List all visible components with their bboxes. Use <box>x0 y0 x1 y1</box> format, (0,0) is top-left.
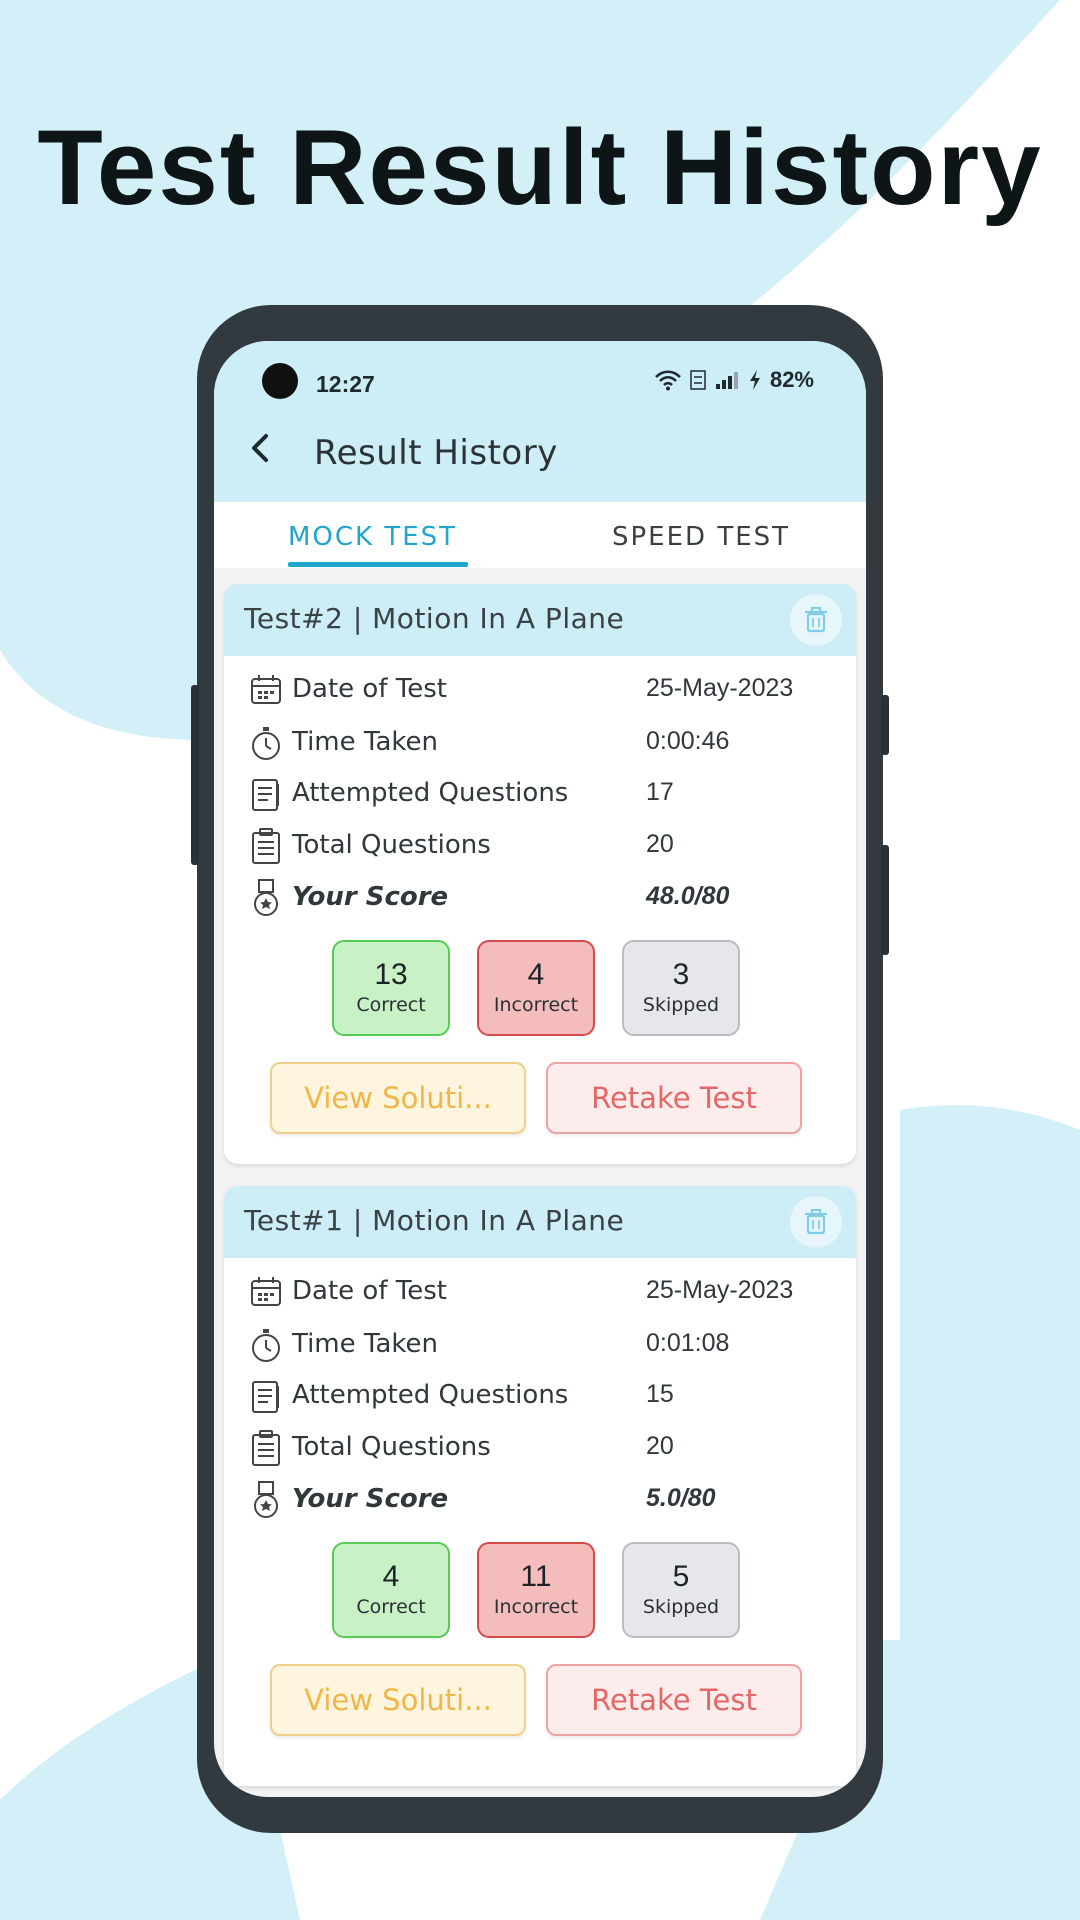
stat-value: 4 <box>527 958 545 991</box>
notepad-icon <box>252 779 279 811</box>
row-label: Date of Test <box>292 674 447 704</box>
info-row-score: Your Score 48.0/80 <box>248 876 828 920</box>
stat-incorrect: 4 Incorrect <box>477 940 595 1036</box>
phone-side-button-left <box>191 685 199 865</box>
app-bar: 12:27 82% Result History <box>214 341 866 502</box>
row-value: 15 <box>646 1380 674 1408</box>
stat-label: Skipped <box>642 1596 720 1618</box>
row-value: 17 <box>646 778 674 806</box>
stat-label: Correct <box>356 994 426 1016</box>
wifi-icon <box>655 370 681 391</box>
delete-button[interactable] <box>790 1196 842 1248</box>
medal-icon <box>254 879 278 916</box>
info-row-score: Your Score 5.0/80 <box>248 1478 828 1522</box>
card-header: Test#2 | Motion In A Plane <box>224 584 856 656</box>
signal-icon <box>715 372 738 389</box>
active-tab-indicator <box>288 562 468 567</box>
info-row-attempted: Attempted Questions 17 <box>248 772 828 816</box>
view-solution-button[interactable]: View Soluti... <box>270 1062 526 1134</box>
row-value: 0:00:46 <box>646 727 730 755</box>
row-label: Time Taken <box>292 727 439 757</box>
info-row-date: Date of Test 25-May-2023 <box>248 668 828 712</box>
phone-side-button-right-top <box>881 695 889 755</box>
battery-percent: 82% <box>769 367 814 392</box>
medal-icon <box>254 1481 278 1518</box>
result-card: Test#2 | Motion In A Plane Date of Test … <box>224 584 856 1164</box>
trash-icon <box>805 607 827 633</box>
phone-frame: 12:27 82% Result History MOCK TEST SPEED… <box>191 305 889 1833</box>
tab-speed-test[interactable]: SPEED TEST <box>612 522 790 552</box>
row-value: 25-May-2023 <box>646 674 794 702</box>
notepad-icon <box>252 1381 279 1413</box>
stat-label: Skipped <box>642 994 720 1016</box>
chevron-left-icon[interactable] <box>242 426 282 470</box>
info-row-total: Total Questions 20 <box>248 1426 828 1470</box>
row-label: Total Questions <box>292 1432 491 1462</box>
row-value: 25-May-2023 <box>646 1276 794 1304</box>
info-row-total: Total Questions 20 <box>248 824 828 868</box>
phone-screen: 12:27 82% Result History MOCK TEST SPEED… <box>214 341 866 1797</box>
trash-icon <box>805 1209 827 1235</box>
retake-test-button[interactable]: Retake Test <box>546 1062 802 1134</box>
calendar-icon <box>251 675 281 704</box>
status-icons: 82% <box>654 367 814 393</box>
row-value: 0:01:08 <box>646 1329 730 1357</box>
row-value: 20 <box>646 830 674 858</box>
row-label: Time Taken <box>292 1329 439 1359</box>
tab-mock-test[interactable]: MOCK TEST <box>288 522 457 552</box>
row-label: Attempted Questions <box>292 1380 569 1410</box>
stat-incorrect: 11 Incorrect <box>477 1542 595 1638</box>
result-card: Test#1 | Motion In A Plane Date of Test … <box>224 1186 856 1786</box>
info-row-date: Date of Test 25-May-2023 <box>248 1270 828 1314</box>
row-value: 20 <box>646 1432 674 1460</box>
stat-label: Correct <box>356 1596 426 1618</box>
row-value: 5.0/80 <box>646 1484 716 1512</box>
stat-skipped: 3 Skipped <box>622 940 740 1036</box>
row-label: Your Score <box>292 882 449 912</box>
volte-icon <box>690 370 706 390</box>
stat-value: 5 <box>672 1560 690 1593</box>
info-row-time: Time Taken 0:01:08 <box>248 1323 828 1367</box>
stat-label: Incorrect <box>493 994 579 1016</box>
row-value: 48.0/80 <box>646 882 730 910</box>
stopwatch-icon <box>252 1329 280 1362</box>
card-title: Test#2 | Motion In A Plane <box>244 602 625 635</box>
delete-button[interactable] <box>790 594 842 646</box>
card-title: Test#1 | Motion In A Plane <box>244 1204 625 1237</box>
stat-value: 13 <box>374 958 408 991</box>
page-headline: Test Result History <box>37 107 1043 227</box>
info-row-time: Time Taken 0:00:46 <box>248 721 828 765</box>
row-label: Total Questions <box>292 830 491 860</box>
stat-value: 3 <box>672 958 690 991</box>
card-header: Test#1 | Motion In A Plane <box>224 1186 856 1258</box>
stat-correct: 4 Correct <box>332 1542 450 1638</box>
clipboard-icon <box>252 1430 280 1466</box>
row-label: Date of Test <box>292 1276 447 1306</box>
stat-correct: 13 Correct <box>332 940 450 1036</box>
charging-icon <box>749 370 760 390</box>
front-camera <box>262 363 298 399</box>
tab-bar: MOCK TEST SPEED TEST <box>214 502 866 568</box>
stat-skipped: 5 Skipped <box>622 1542 740 1638</box>
info-row-attempted: Attempted Questions 15 <box>248 1374 828 1418</box>
app-bar-title: Result History <box>314 433 558 473</box>
row-label: Attempted Questions <box>292 778 569 808</box>
stat-value: 11 <box>520 1560 552 1593</box>
phone-side-button-right-bottom <box>881 845 889 955</box>
retake-test-button[interactable]: Retake Test <box>546 1664 802 1736</box>
stopwatch-icon <box>252 727 280 760</box>
view-solution-button[interactable]: View Soluti... <box>270 1664 526 1736</box>
calendar-icon <box>251 1277 281 1306</box>
stat-label: Incorrect <box>493 1596 579 1618</box>
row-label: Your Score <box>292 1484 449 1514</box>
stat-value: 4 <box>382 1560 400 1593</box>
status-time: 12:27 <box>316 371 375 397</box>
clipboard-icon <box>252 828 280 864</box>
